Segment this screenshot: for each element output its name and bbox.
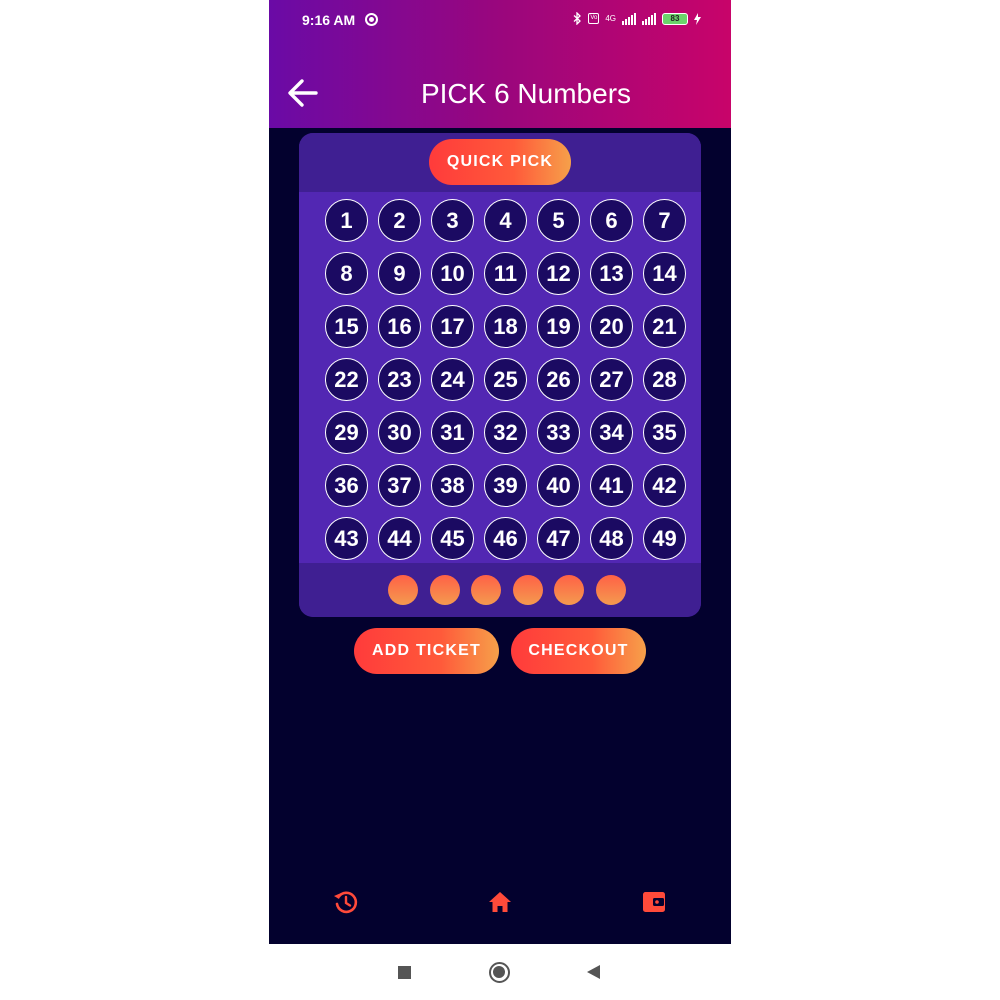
number-ball[interactable]: 36 — [325, 464, 368, 507]
number-ball[interactable]: 33 — [537, 411, 580, 454]
number-ball[interactable]: 43 — [325, 517, 368, 560]
number-ball[interactable]: 17 — [431, 305, 474, 348]
quick-pick-button[interactable]: QUICK PICK — [429, 139, 571, 185]
page-title: PICK 6 Numbers — [420, 78, 632, 109]
number-ball[interactable]: 6 — [590, 199, 633, 242]
number-ball[interactable]: 3 — [431, 199, 474, 242]
home-system-icon[interactable] — [489, 962, 510, 983]
number-ball[interactable]: 5 — [537, 199, 580, 242]
recents-icon[interactable] — [398, 966, 411, 979]
number-ball[interactable]: 26 — [537, 358, 580, 401]
network-type-label: 4G — [605, 14, 616, 23]
app-bar: 9:16 AM Vo 4G 83 PICK 6 Numbers — [269, 0, 731, 128]
number-ball[interactable]: 49 — [643, 517, 686, 560]
number-ball[interactable]: 4 — [484, 199, 527, 242]
back-system-icon[interactable] — [587, 965, 600, 979]
number-ball[interactable]: 37 — [378, 464, 421, 507]
number-ball[interactable]: 32 — [484, 411, 527, 454]
selection-slot — [554, 575, 584, 605]
number-ball[interactable]: 2 — [378, 199, 421, 242]
number-ball[interactable]: 28 — [643, 358, 686, 401]
charging-icon — [694, 12, 701, 25]
number-ball[interactable]: 19 — [537, 305, 580, 348]
add-ticket-button[interactable]: ADD TICKET — [354, 628, 499, 674]
number-ball[interactable]: 18 — [484, 305, 527, 348]
number-ball[interactable]: 38 — [431, 464, 474, 507]
battery-icon: 83 — [662, 12, 688, 25]
signal-icon — [622, 12, 636, 25]
number-ball[interactable]: 35 — [643, 411, 686, 454]
sync-icon — [365, 13, 378, 26]
selection-slot — [429, 575, 460, 605]
number-ball[interactable]: 27 — [590, 358, 633, 401]
selection-slot — [595, 575, 626, 605]
number-ball[interactable]: 1 — [325, 199, 368, 242]
number-ball[interactable]: 15 — [325, 305, 368, 348]
number-ball[interactable]: 31 — [431, 411, 474, 454]
number-ball[interactable]: 42 — [643, 464, 686, 507]
number-ball[interactable]: 20 — [590, 305, 633, 348]
number-ball[interactable]: 45 — [431, 517, 474, 560]
number-ball[interactable]: 41 — [590, 464, 633, 507]
number-ball[interactable]: 8 — [325, 252, 368, 295]
number-ball[interactable]: 30 — [378, 411, 421, 454]
number-grid: 1 2 3 4 5 6 7 8 9 10 11 12 13 14 15 16 17 18 19 20 21 22 23 24 2… — [299, 192, 701, 563]
number-ball[interactable]: 39 — [484, 464, 527, 507]
number-ball[interactable]: 9 — [378, 252, 421, 295]
number-ball[interactable]: 16 — [378, 305, 421, 348]
status-bar: 9:16 AM Vo 4G 83 — [269, 0, 731, 40]
number-ball[interactable]: 21 — [643, 305, 686, 348]
number-ball[interactable]: 34 — [590, 411, 633, 454]
status-icons: Vo 4G 83 — [573, 12, 701, 25]
system-nav-bar — [0, 944, 1000, 1000]
volte-icon: Vo — [588, 13, 600, 24]
number-ball[interactable]: 48 — [590, 517, 633, 560]
number-ball[interactable]: 14 — [643, 252, 686, 295]
number-ball[interactable]: 47 — [537, 517, 580, 560]
selection-slot — [471, 575, 501, 605]
number-ball[interactable]: 22 — [325, 358, 368, 401]
number-ball[interactable]: 23 — [378, 358, 421, 401]
number-ball[interactable]: 46 — [484, 517, 527, 560]
selection-slot — [388, 575, 418, 605]
signal-icon-2 — [642, 12, 656, 25]
home-icon[interactable] — [486, 888, 514, 916]
pick-card: 1 2 3 4 5 6 7 8 9 10 11 12 13 14 15 16 17 18 19 20 21 22 23 24 2… — [299, 133, 701, 617]
number-ball[interactable]: 7 — [643, 199, 686, 242]
number-ball[interactable]: 11 — [484, 252, 527, 295]
checkout-button[interactable]: CHECKOUT — [511, 628, 646, 674]
bluetooth-icon — [573, 12, 582, 25]
number-ball[interactable]: 10 — [431, 252, 474, 295]
app-screen: 9:16 AM Vo 4G 83 PICK 6 Numbers 12345678… — [269, 0, 731, 944]
number-ball[interactable]: 25 — [484, 358, 527, 401]
number-ball[interactable]: 13 — [590, 252, 633, 295]
number-ball[interactable]: 44 — [378, 517, 421, 560]
number-ball[interactable]: 29 — [325, 411, 368, 454]
selection-slot — [512, 575, 543, 605]
number-ball[interactable]: 12 — [537, 252, 580, 295]
number-ball[interactable]: 40 — [537, 464, 580, 507]
number-ball[interactable]: 24 — [431, 358, 474, 401]
status-time: 9:16 AM — [302, 12, 356, 28]
history-icon[interactable] — [332, 888, 360, 916]
wallet-icon[interactable] — [640, 888, 668, 916]
